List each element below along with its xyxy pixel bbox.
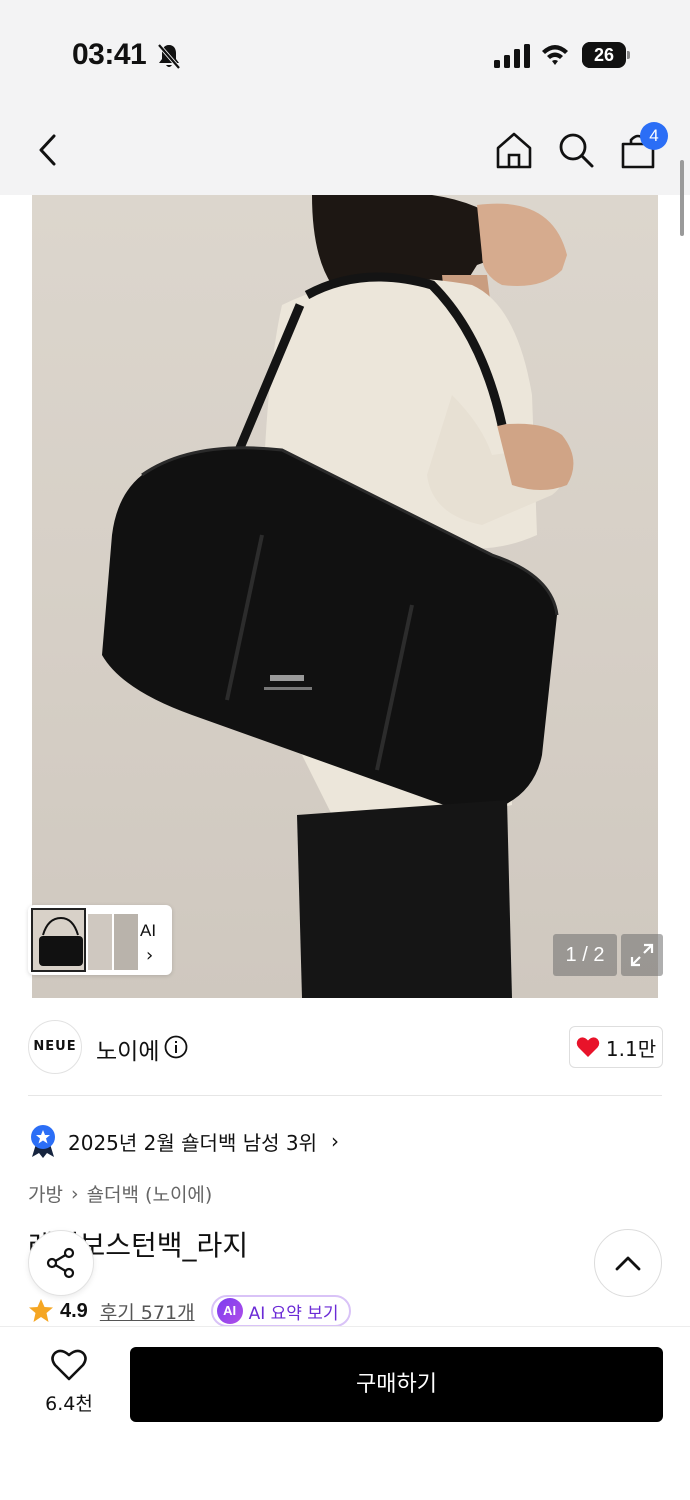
battery-icon: 26 (582, 42, 630, 68)
rating-row: 4.9 후기 571개 AI AI 요약 보기 (28, 1294, 351, 1328)
heart-outline-icon (51, 1349, 87, 1381)
star-icon (29, 1299, 53, 1322)
wishlist-button[interactable]: 6.4천 (34, 1349, 104, 1421)
ai-badge-icon: AI (216, 1298, 243, 1324)
page-scrollbar[interactable] (680, 160, 684, 236)
thumbnail-ai-label: AI (140, 921, 157, 940)
thumbnail-bag-illustration (39, 916, 83, 966)
battery-level: 26 (593, 45, 615, 65)
ai-summary-button[interactable]: AI AI 요약 보기 (210, 1295, 351, 1327)
status-bar: 03:41 26 (0, 0, 690, 110)
chevron-right-icon: › (330, 1129, 339, 1153)
share-icon (46, 1247, 75, 1279)
brand-logo[interactable]: NEUE (28, 1020, 82, 1074)
thumbnail-3[interactable] (114, 914, 138, 970)
divider (28, 1095, 662, 1096)
search-button[interactable] (554, 128, 598, 172)
scroll-to-top-button[interactable] (594, 1229, 662, 1297)
breadcrumb-subcategory[interactable]: 숄더백 (노이에) (87, 1180, 213, 1207)
thumbnail-1[interactable] (31, 908, 86, 972)
status-time: 03:41 (72, 38, 147, 71)
chevron-right-icon: › (146, 945, 154, 966)
product-image[interactable] (32, 195, 658, 998)
ranking-row[interactable]: 2025년 2월 숄더백 남성 3위 › (28, 1124, 339, 1158)
thumbnail-strip[interactable]: AI › (28, 905, 172, 975)
breadcrumb-category[interactable]: 가방 (28, 1180, 63, 1207)
chevron-up-icon (615, 1256, 641, 1271)
expand-image-button[interactable] (621, 934, 663, 976)
buy-button[interactable]: 구매하기 (130, 1347, 663, 1422)
image-page-indicator: 1 / 2 (553, 934, 617, 976)
ranking-medal-icon (31, 1125, 55, 1158)
review-count-link[interactable]: 후기 571개 (100, 1298, 195, 1325)
top-navigation: 4 (0, 110, 690, 195)
ai-summary-label: AI 요약 보기 (248, 1303, 339, 1324)
home-icon (496, 132, 532, 169)
back-button[interactable] (26, 128, 70, 172)
expand-icon (630, 943, 654, 967)
thumbnail-2[interactable] (88, 914, 112, 970)
breadcrumb-separator-icon: › (70, 1182, 79, 1205)
brand-like-button[interactable]: 1.1만 (569, 1026, 663, 1068)
cart-count-badge: 4 (640, 122, 668, 150)
brand-name[interactable]: 노이에 (96, 1032, 159, 1066)
ranking-text: 2025년 2월 숄더백 남성 3위 (68, 1130, 317, 1155)
rating-score: 4.9 (60, 1299, 88, 1322)
wifi-icon (542, 45, 568, 65)
cellular-signal-icon (494, 44, 530, 68)
cart-button[interactable]: 4 (616, 122, 668, 172)
bell-off-icon (157, 43, 181, 70)
bottom-action-bar: 6.4천 구매하기 (0, 1326, 690, 1500)
chevron-left-icon (39, 134, 56, 166)
brand-like-count: 1.1만 (605, 1036, 657, 1061)
product-photo-illustration (102, 195, 574, 998)
home-button[interactable] (492, 128, 536, 172)
search-icon (559, 133, 594, 168)
brand-row: NEUE 노이에 1.1만 (0, 1000, 690, 1096)
wishlist-count: 6.4천 (45, 1393, 93, 1415)
heart-filled-icon (576, 1037, 600, 1057)
info-icon[interactable] (164, 1035, 188, 1059)
share-button[interactable] (28, 1230, 94, 1296)
breadcrumb: 가방 › 숄더백 (노이에) (28, 1180, 212, 1207)
